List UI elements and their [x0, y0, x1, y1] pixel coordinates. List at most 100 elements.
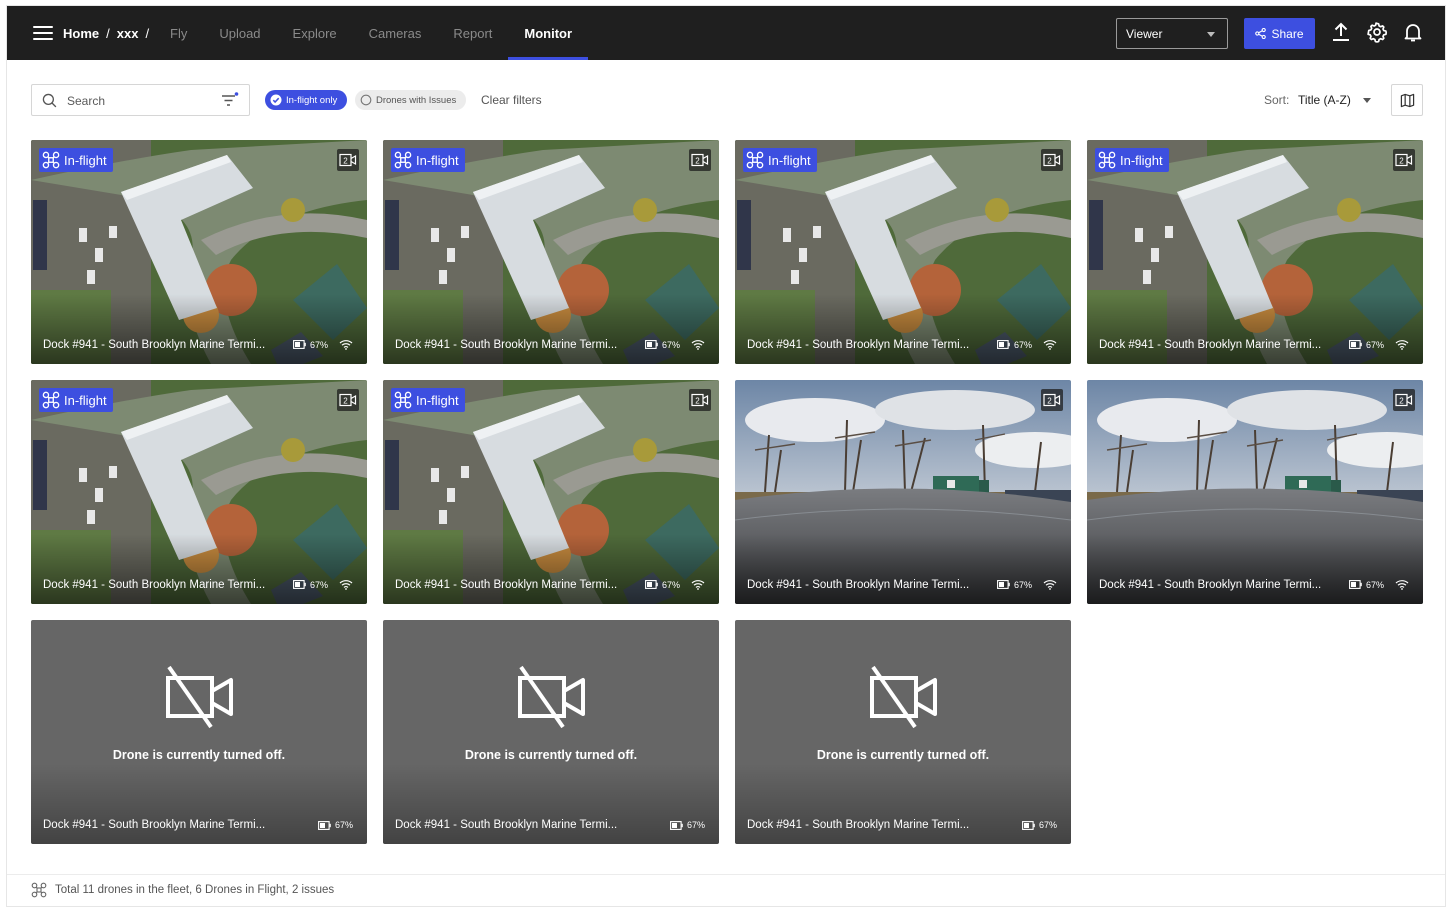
share-icon [1255, 28, 1267, 39]
in-flight-label: In-flight [64, 152, 107, 168]
tab-upload[interactable]: Upload [203, 6, 276, 60]
app-window: Home / xxx / Fly Upload Explore Cameras … [6, 5, 1446, 907]
drone-card-offline[interactable]: Drone is currently turned off. Dock #941… [31, 620, 367, 844]
battery-icon [1349, 340, 1362, 349]
drone-title: Dock #941 - South Brooklyn Marine Termi.… [395, 819, 618, 831]
battery-level: 67% [1013, 339, 1032, 350]
signal-icon [1043, 580, 1057, 590]
drone-icon [31, 882, 47, 898]
drone-title: Dock #941 - South Brooklyn Marine Termi.… [43, 579, 266, 591]
in-flight-badge: In-flight [39, 388, 113, 412]
in-flight-label: In-flight [416, 392, 459, 408]
battery-level: 67% [309, 339, 328, 350]
camera-2x-icon[interactable]: 2 [1393, 389, 1415, 411]
menu-icon[interactable] [33, 25, 53, 41]
drone-stats: 67% [1349, 339, 1409, 350]
drone-card[interactable]: 2 Dock #941 - South Brooklyn Marine Term… [735, 380, 1071, 604]
card-overlay [31, 534, 367, 604]
empty-circle-icon [360, 94, 372, 106]
drone-title: Dock #941 - South Brooklyn Marine Termi.… [747, 819, 970, 831]
camera-2x-icon[interactable]: 2 [337, 389, 359, 411]
battery-icon [293, 340, 306, 349]
battery-icon [293, 580, 306, 589]
tab-explore[interactable]: Explore [277, 6, 353, 60]
bell-icon[interactable] [1402, 21, 1424, 43]
card-overlay [735, 294, 1071, 364]
breadcrumb-home[interactable]: Home [63, 26, 99, 41]
card-overlay [383, 534, 719, 604]
tab-monitor[interactable]: Monitor [508, 6, 588, 60]
drone-icon [42, 151, 60, 169]
signal-icon [1043, 340, 1057, 350]
in-flight-badge: In-flight [391, 148, 465, 172]
role-select-value: Viewer [1126, 26, 1163, 41]
drone-card[interactable]: In-flight 2 Dock #941 - South Brooklyn M… [735, 140, 1071, 364]
filter-label: Drones with Issues [376, 94, 457, 106]
drone-title: Dock #941 - South Brooklyn Marine Termi.… [1099, 339, 1322, 351]
map-view-button[interactable] [1391, 84, 1423, 116]
drone-title: Dock #941 - South Brooklyn Marine Termi.… [43, 339, 266, 351]
camera-2x-icon[interactable]: 2 [689, 389, 711, 411]
in-flight-label: In-flight [1120, 152, 1163, 168]
camera-2x-icon[interactable]: 2 [337, 149, 359, 171]
battery-icon [1022, 820, 1035, 830]
camera-2x-icon[interactable]: 2 [1393, 149, 1415, 171]
drone-stats: 67% [1349, 579, 1409, 590]
drone-card-offline[interactable]: Drone is currently turned off. Dock #941… [735, 620, 1071, 844]
in-flight-label: In-flight [416, 152, 459, 168]
fleet-summary: Total 11 drones in the fleet, 6 Drones i… [55, 884, 335, 896]
filter-in-flight-only[interactable]: In-flight only [265, 90, 347, 110]
upload-icon[interactable] [1330, 21, 1352, 43]
search-input[interactable]: Search [31, 84, 250, 116]
card-overlay [735, 764, 1071, 844]
card-overlay [31, 294, 367, 364]
drone-card[interactable]: 2 Dock #941 - South Brooklyn Marine Term… [1087, 380, 1423, 604]
svg-text:2: 2 [695, 397, 700, 406]
camera-2x-icon[interactable]: 2 [1041, 389, 1063, 411]
chevron-down-icon [1207, 32, 1215, 37]
signal-icon [691, 340, 705, 350]
camera-2x-icon[interactable]: 2 [1041, 149, 1063, 171]
battery-level: 67% [661, 579, 680, 590]
breadcrumb-project[interactable]: xxx [117, 26, 139, 41]
tab-cameras[interactable]: Cameras [353, 6, 438, 60]
chevron-down-icon[interactable] [1363, 98, 1371, 103]
tab-report[interactable]: Report [437, 6, 508, 60]
status-bar: Total 11 drones in the fleet, 6 Drones i… [7, 874, 1445, 906]
drone-title: Dock #941 - South Brooklyn Marine Termi.… [395, 339, 618, 351]
drone-card-offline[interactable]: Drone is currently turned off. Dock #941… [383, 620, 719, 844]
filter-icon[interactable] [221, 92, 239, 108]
clear-filters-link[interactable]: Clear filters [481, 93, 542, 107]
drone-icon [394, 391, 412, 409]
in-flight-badge: In-flight [743, 148, 817, 172]
tab-fly[interactable]: Fly [154, 6, 203, 60]
filter-drones-with-issues[interactable]: Drones with Issues [355, 90, 466, 110]
drone-stats: 67% [645, 579, 705, 590]
svg-text:2: 2 [343, 397, 348, 406]
battery-icon [997, 580, 1010, 589]
sort-select[interactable]: Title (A-Z) [1298, 93, 1351, 107]
drone-card[interactable]: In-flight 2 Dock #941 - South Brooklyn M… [31, 140, 367, 364]
battery-level: 67% [1365, 339, 1384, 350]
drone-card[interactable]: In-flight 2 Dock #941 - South Brooklyn M… [383, 140, 719, 364]
drone-card[interactable]: In-flight 2 Dock #941 - South Brooklyn M… [383, 380, 719, 604]
role-select[interactable]: Viewer [1116, 18, 1228, 49]
filter-label: In-flight only [286, 94, 338, 106]
drone-card[interactable]: In-flight 2 Dock #941 - South Brooklyn M… [31, 380, 367, 604]
share-button[interactable]: Share [1244, 18, 1315, 49]
drone-icon [746, 151, 764, 169]
gear-icon[interactable] [1366, 21, 1388, 43]
drone-stats: 67% [670, 820, 705, 830]
drone-card[interactable]: In-flight 2 Dock #941 - South Brooklyn M… [1087, 140, 1423, 364]
svg-text:2: 2 [1047, 157, 1052, 166]
offline-message: Drone is currently turned off. [112, 748, 286, 762]
video-off-icon [870, 665, 937, 729]
breadcrumb: Home / xxx / [63, 6, 156, 60]
breadcrumb-separator: / [106, 25, 110, 41]
battery-level: 67% [1365, 579, 1384, 590]
battery-level: 67% [686, 820, 705, 830]
drone-title: Dock #941 - South Brooklyn Marine Termi.… [395, 579, 618, 591]
camera-2x-icon[interactable]: 2 [689, 149, 711, 171]
drone-icon [42, 391, 60, 409]
video-off-icon [518, 665, 585, 729]
